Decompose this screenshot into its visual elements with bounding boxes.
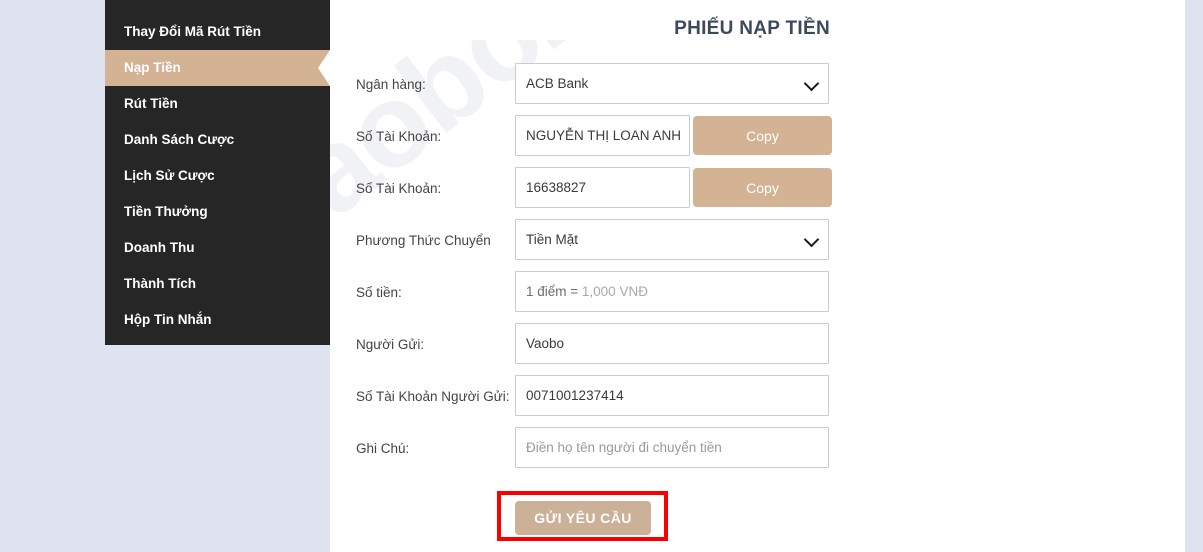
sender-value: Vaobo (526, 336, 565, 351)
amount-input[interactable]: 1 điểm = 1,000 VNĐ (515, 271, 829, 312)
bank-label: Ngân hàng: (356, 77, 426, 92)
sidebar-item-cutoff[interactable] (105, 0, 330, 14)
sidebar-item-label: Lịch Sử Cược (124, 168, 215, 183)
note-placeholder: Điền họ tên người đi chuyển tiền (526, 440, 722, 455)
sidebar-item-rut-tien[interactable]: Rút Tiền (105, 86, 330, 122)
form-row-transfer-method: Phương Thức Chuyển Tiền Mặt (356, 219, 1156, 271)
sidebar-nav: Thay Đổi Mã Rút Tiền Nạp Tiền Rút Tiền D… (105, 0, 330, 345)
bank-select[interactable]: ACB Bank (515, 63, 829, 104)
transfer-method-label: Phương Thức Chuyển (356, 233, 491, 248)
sidebar-item-doanh-thu[interactable]: Doanh Thu (105, 230, 330, 266)
note-input[interactable]: Điền họ tên người đi chuyển tiền (515, 427, 829, 468)
active-arrow-icon (318, 50, 330, 86)
deposit-form: Ngân hàng: ACB Bank Số Tài Khoản: NGUYỄN… (356, 63, 1156, 479)
transfer-method-value: Tiền Mặt (526, 232, 579, 247)
account-number-value: 16638827 (526, 180, 587, 195)
sidebar-item-nap-tien[interactable]: Nạp Tiền (105, 50, 330, 86)
copy-account-number-button[interactable]: Copy (693, 168, 832, 207)
form-row-sender-account: Số Tài Khoản Người Gửi: 0071001237414 (356, 375, 1156, 427)
form-row-sender: Người Gửi: Vaobo (356, 323, 1156, 375)
chevron-down-icon (803, 231, 820, 247)
account-name-label: Số Tài Khoản: (356, 129, 442, 144)
account-number-label: Số Tài Khoản: (356, 181, 442, 196)
sidebar-item-danh-sach-cuoc[interactable]: Danh Sách Cược (105, 122, 330, 158)
page-title: PHIẾU NẠP TIỀN (674, 18, 830, 39)
account-name-field[interactable]: NGUYỄN THỊ LOAN ANH (515, 115, 690, 156)
form-row-bank: Ngân hàng: ACB Bank (356, 63, 1156, 115)
sender-account-label: Số Tài Khoản Người Gửi: (356, 389, 510, 404)
submit-highlight-box: GỬI YÊU CẦU (497, 491, 668, 541)
sidebar-item-label: Doanh Thu (124, 240, 195, 255)
form-row-amount: Số tiền: 1 điểm = 1,000 VNĐ (356, 271, 1156, 323)
sidebar-item-thay-doi-ma-rut-tien[interactable]: Thay Đổi Mã Rút Tiền (105, 14, 330, 50)
sidebar-item-lich-su-cuoc[interactable]: Lịch Sử Cược (105, 158, 330, 194)
amount-placeholder-strong: 1 điểm = (526, 284, 582, 299)
transfer-method-select[interactable]: Tiền Mặt (515, 219, 829, 260)
account-number-field[interactable]: 16638827 (515, 167, 690, 208)
amount-label: Số tiền: (356, 285, 402, 300)
sidebar-item-label: Hộp Tin Nhắn (124, 312, 212, 327)
copy-account-name-button[interactable]: Copy (693, 116, 832, 155)
bank-select-value: ACB Bank (526, 76, 589, 91)
submit-request-button[interactable]: GỬI YÊU CẦU (515, 501, 651, 535)
form-row-note: Ghi Chú: Điền họ tên người đi chuyển tiề… (356, 427, 1156, 479)
sidebar-item-thanh-tich[interactable]: Thành Tích (105, 266, 330, 302)
sender-account-value: 0071001237414 (526, 388, 624, 403)
amount-placeholder-light: 1,000 VNĐ (581, 284, 648, 299)
form-row-account-name: Số Tài Khoản: NGUYỄN THỊ LOAN ANH Copy (356, 115, 1156, 167)
form-row-account-number: Số Tài Khoản: 16638827 Copy (356, 167, 1156, 219)
note-label: Ghi Chú: (356, 441, 410, 456)
sidebar-item-label: Thành Tích (124, 276, 196, 291)
chevron-down-icon (803, 75, 820, 91)
sender-label: Người Gửi: (356, 337, 425, 352)
sidebar-item-hop-tin-nhan[interactable]: Hộp Tin Nhắn (105, 302, 330, 338)
sender-account-input[interactable]: 0071001237414 (515, 375, 829, 416)
sender-input[interactable]: Vaobo (515, 323, 829, 364)
page-root: vaobo24h.com Thay Đổi Mã Rút Tiền Nạp Ti… (0, 0, 1203, 552)
sidebar-item-label: Rút Tiền (124, 96, 178, 111)
sidebar-item-label: Thay Đổi Mã Rút Tiền (124, 24, 262, 39)
sidebar-item-label: Nạp Tiền (124, 60, 181, 75)
account-name-value: NGUYỄN THỊ LOAN ANH (526, 128, 682, 143)
sidebar-item-tien-thuong[interactable]: Tiền Thưởng (105, 194, 330, 230)
sidebar-item-label: Tiền Thưởng (124, 204, 208, 219)
sidebar-item-label: Danh Sách Cược (124, 132, 235, 147)
